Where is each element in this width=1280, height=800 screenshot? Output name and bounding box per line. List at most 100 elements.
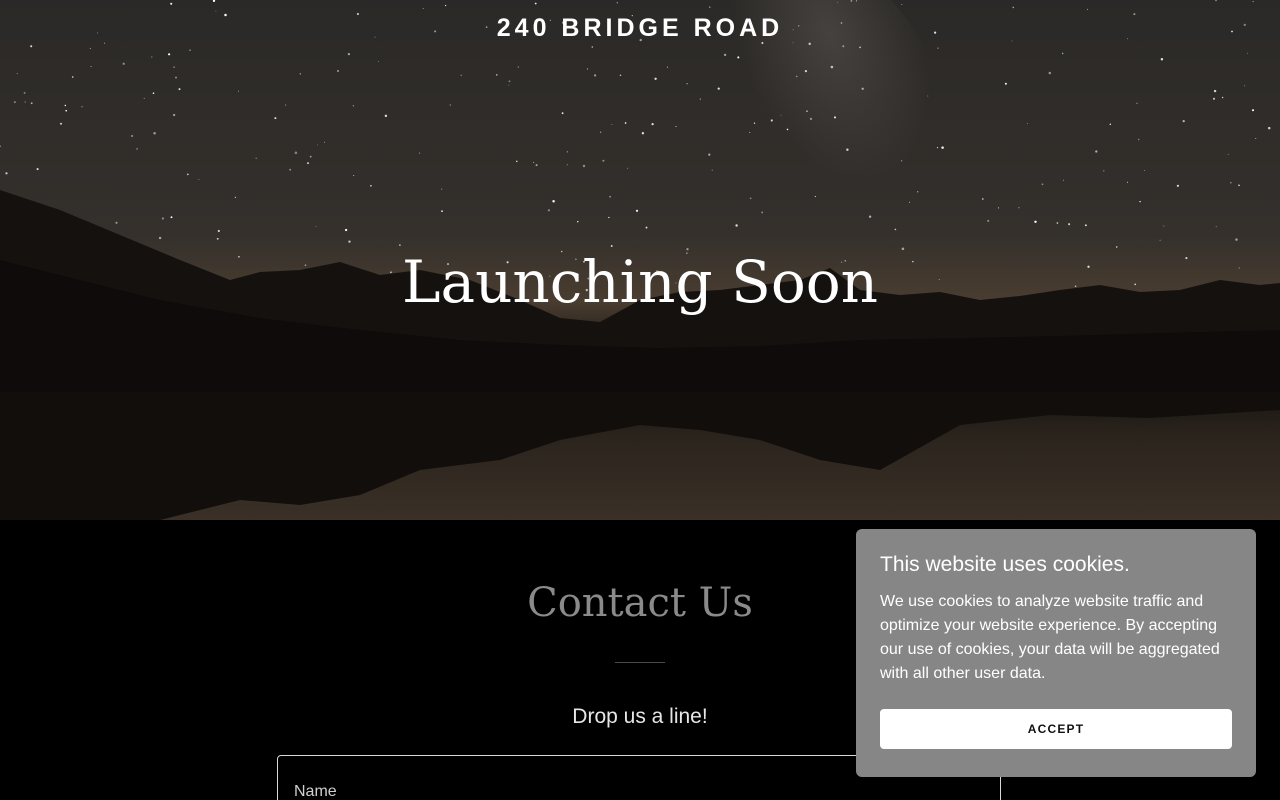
star: [651, 122, 654, 126]
star: [1137, 138, 1140, 141]
star: [833, 116, 837, 119]
star: [316, 144, 318, 146]
star: [1160, 57, 1164, 61]
star: [987, 219, 990, 222]
star: [566, 151, 568, 153]
star: [1182, 119, 1185, 123]
star: [508, 80, 511, 83]
star: [780, 114, 782, 116]
hero-heading: Launching Soon: [401, 248, 879, 316]
star: [532, 161, 535, 164]
star: [1215, 226, 1217, 228]
star: [324, 141, 325, 143]
star: [496, 74, 498, 76]
star: [850, 0, 853, 2]
star: [309, 155, 312, 158]
star: [602, 159, 605, 162]
star: [708, 153, 711, 156]
star: [770, 119, 773, 122]
star: [449, 104, 451, 106]
star: [608, 216, 610, 219]
page: 240 BRIDGE ROAD Launching Soon Contact U…: [0, 0, 1280, 800]
star: [30, 45, 33, 48]
star: [158, 236, 162, 240]
star: [1004, 82, 1007, 85]
star: [1056, 222, 1059, 224]
star: [16, 73, 18, 75]
star: [717, 87, 720, 90]
star: [1221, 96, 1224, 99]
site-title[interactable]: 240 BRIDGE ROAD: [0, 14, 1280, 43]
star: [566, 164, 568, 166]
star: [616, 2, 618, 4]
star: [1061, 52, 1064, 55]
star: [348, 240, 351, 243]
star: [1227, 153, 1229, 155]
star: [294, 151, 298, 155]
star: [1176, 184, 1180, 187]
star: [422, 7, 424, 9]
star: [353, 175, 355, 177]
star: [654, 77, 657, 80]
star: [1230, 182, 1232, 184]
star: [274, 117, 277, 120]
star: [59, 122, 63, 125]
star: [1026, 123, 1028, 125]
star: [1251, 109, 1255, 112]
star: [1244, 85, 1246, 87]
star: [151, 56, 153, 58]
star: [152, 92, 155, 94]
star: [1068, 223, 1071, 226]
star: [460, 74, 462, 76]
star: [594, 74, 597, 77]
star: [174, 76, 178, 79]
star: [909, 201, 910, 203]
star: [508, 84, 510, 86]
star: [936, 146, 939, 149]
star: [167, 53, 171, 56]
star: [1238, 184, 1240, 187]
section-divider: [615, 662, 665, 663]
star: [804, 70, 808, 73]
star: [723, 53, 727, 57]
star: [170, 2, 173, 5]
star: [153, 132, 156, 135]
star: [901, 3, 903, 5]
star: [667, 66, 668, 68]
star: [806, 110, 808, 112]
star: [516, 160, 518, 163]
star: [172, 113, 176, 117]
star: [1103, 170, 1105, 172]
star: [610, 245, 613, 247]
star: [1136, 102, 1138, 104]
accept-cookies-button[interactable]: ACCEPT: [880, 709, 1232, 749]
cookie-banner-text: We use cookies to analyze website traffi…: [880, 593, 1220, 682]
star: [217, 229, 220, 233]
star: [1213, 89, 1217, 93]
star: [384, 114, 388, 118]
star: [1252, 1, 1254, 2]
star: [441, 210, 443, 213]
star: [285, 104, 287, 106]
star: [189, 49, 191, 51]
star: [1139, 200, 1141, 203]
star: [1235, 238, 1238, 241]
star: [1048, 71, 1052, 75]
star: [761, 211, 764, 214]
star: [24, 101, 26, 103]
star: [927, 95, 929, 97]
star: [216, 237, 219, 240]
star: [577, 221, 579, 223]
star: [846, 148, 849, 151]
star: [5, 172, 8, 175]
star: [255, 157, 257, 159]
star: [582, 164, 586, 168]
cookie-banner-title: This website uses cookies.: [880, 553, 1130, 576]
star: [868, 215, 872, 218]
star: [65, 109, 68, 112]
star: [861, 87, 864, 90]
star: [737, 56, 740, 59]
star: [1095, 150, 1098, 153]
star: [711, 169, 713, 171]
hero-section: 240 BRIDGE ROAD Launching Soon: [0, 0, 1280, 520]
